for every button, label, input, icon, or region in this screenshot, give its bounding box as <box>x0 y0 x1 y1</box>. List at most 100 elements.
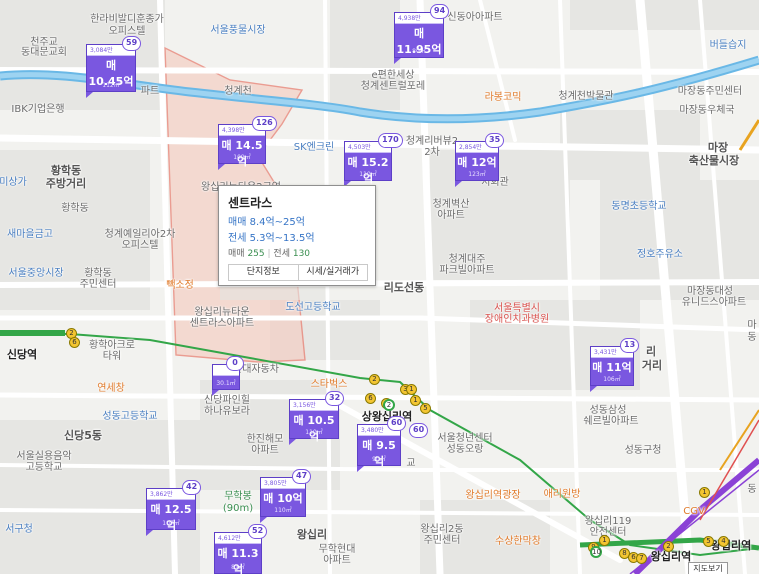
map-label: SK엔크린 <box>293 142 335 153</box>
map-label: 거리 <box>641 359 663 372</box>
map-view-button[interactable]: 지도보기 <box>688 562 728 574</box>
station-exit-marker: 1 <box>406 384 417 395</box>
map-label: 동 <box>747 332 757 343</box>
listing-price: 매 11억 <box>592 361 632 374</box>
map-label: 신당역 <box>6 348 38 361</box>
map-label: 센트라스아파트 <box>189 318 255 329</box>
map-label: 마장동우체국 <box>679 105 735 116</box>
map-label: 정호주유소 <box>637 249 683 260</box>
station-exit-marker: 1 <box>599 535 610 546</box>
marker-tail <box>212 390 219 396</box>
map-label: 마 <box>747 320 757 331</box>
station-exit-marker: 5 <box>703 536 714 547</box>
map-label: 마장동주민센터 <box>677 86 743 97</box>
station-exit-marker: 1 <box>699 487 710 498</box>
listing-area: 90㎡ <box>372 456 386 463</box>
price-history-button[interactable]: 시세/실거래가 <box>297 265 368 280</box>
jeonse-count-label: 전세 <box>273 249 290 259</box>
listing-count-badge: 13 <box>620 338 640 353</box>
marker-tail <box>86 92 93 98</box>
map-label: 청계천 <box>224 86 252 97</box>
listing-count-badge: 42 <box>182 480 202 495</box>
listing-marker[interactable]: 30.1㎡ 0 <box>212 356 244 396</box>
listing-marker[interactable]: 4,938만 매 11.95억 80㎡ 94 <box>394 4 450 64</box>
map-label: 미상가 <box>0 177 27 188</box>
marker-tail <box>590 386 597 392</box>
map-label: 주방거리 <box>45 177 87 190</box>
map-label: 성동구청 <box>624 445 662 456</box>
map-label: 고등학교 <box>25 462 63 473</box>
map-view[interactable]: 한라비발디훈종가 오피스텔 서울풍물시장 천주교 동대문교회 e편한세상 청계센트럴포레 라봉… <box>0 0 759 574</box>
listing-count-badge: 170 <box>378 133 403 148</box>
listing-marker[interactable]: 3,084만 매 10.45억 112㎡ 59 <box>86 36 142 98</box>
listing-count-badge: 0 <box>226 356 244 371</box>
listing-marker[interactable]: 3,862만 매 12.5억 107㎡ 42 <box>146 480 202 536</box>
listing-counts: 매매 255 | 전세 130 <box>228 249 311 259</box>
listing-count-badge: 35 <box>485 133 505 148</box>
map-label: 아파트 <box>251 445 279 456</box>
listing-area: 80㎡ <box>412 48 426 55</box>
map-label: 동대문교회 <box>21 47 67 58</box>
listing-marker[interactable]: 4,398만 매 14.5억 109㎡ 126 <box>218 116 277 170</box>
listing-count-badge: 60 <box>387 416 407 431</box>
listing-count-badge: 32 <box>325 391 345 406</box>
map-label: 파트 <box>140 86 160 97</box>
marker-tail <box>218 164 225 170</box>
complex-info-button[interactable]: 단지정보 <box>229 265 298 280</box>
map-label: 버들습지 <box>709 40 747 51</box>
listing-area: 112㎡ <box>102 82 120 89</box>
map-label: 신동아아파트 <box>447 12 503 23</box>
listing-box: 3,084만 매 10.45억 112㎡ <box>86 44 136 92</box>
listing-price: 매 12.5억 <box>150 503 192 532</box>
listing-area: 123㎡ <box>468 171 486 178</box>
station-exit-marker: 6 <box>365 393 376 404</box>
map-label: 2차 <box>424 147 440 158</box>
listing-area: 106㎡ <box>603 376 621 383</box>
map-label: 쉐르빌아파트 <box>583 416 639 427</box>
listing-count-badge: 47 <box>292 469 312 484</box>
listing-count-badge: 94 <box>430 4 450 19</box>
listing-price: 매 12억 <box>457 156 497 169</box>
map-label: 빽소정 <box>166 280 194 291</box>
listing-marker[interactable]: 4,612만 매 11.3억 81㎡ 52 <box>214 524 268 574</box>
listing-marker[interactable]: 3,431만 매 11억 106㎡ 13 <box>590 338 640 392</box>
listing-marker[interactable]: 2,854만 매 12억 123㎡ 35 <box>455 133 505 187</box>
station-exit-marker: 4 <box>718 536 729 547</box>
map-label: 청계센트럴포레 <box>360 81 426 92</box>
listing-area: 107㎡ <box>162 520 180 527</box>
map-label: 리 <box>645 345 657 358</box>
listing-marker[interactable]: 3,480만 매 9.5억 90㎡ 60 <box>357 416 407 472</box>
map-label: 서울중앙시장 <box>8 268 64 279</box>
listing-area: 110㎡ <box>359 171 377 178</box>
station-exit-marker: 6 <box>69 337 80 348</box>
listing-price: 매 9.5억 <box>362 439 396 468</box>
map-label: 신당5동 <box>63 429 103 442</box>
map-label: 도선고등학교 <box>285 302 341 313</box>
listing-marker[interactable]: 3,805만 매 10억 110㎡ 47 <box>260 469 312 523</box>
map-label: 청계천박물관 <box>558 91 614 102</box>
map-label: 서구청 <box>5 524 33 535</box>
listing-marker[interactable]: 3,156만 매 10.5억 110㎡ 32 <box>289 391 345 445</box>
station-exit-marker: 10 <box>590 546 602 558</box>
listing-area: 109㎡ <box>233 154 251 161</box>
marker-tail <box>357 466 364 472</box>
complex-popup: 센트라스 매매 8.4억~25억 전세 5.3억~13.5억 매매 255 | … <box>218 185 376 286</box>
listing-marker[interactable]: 4,503만 매 15.2억 110㎡ 170 <box>344 133 403 187</box>
map-label: 교 <box>406 458 416 469</box>
map-label: IBK기업은행 <box>11 104 65 115</box>
map-label: 무학봉 <box>224 491 252 502</box>
sale-count-label: 매매 <box>228 249 245 259</box>
marker-tail <box>289 439 296 445</box>
map-label: 오피스텔 <box>121 240 159 251</box>
station-exit-marker: 2 <box>663 541 674 552</box>
listing-count-badge: 126 <box>252 116 277 131</box>
listing-area: 81㎡ <box>231 564 245 571</box>
map-label: 왕십리역광장 <box>465 490 521 501</box>
station-exit-marker: 1 <box>410 395 421 406</box>
map-label: 왕십리역 <box>650 550 692 563</box>
map-label: 동 <box>747 484 757 495</box>
map-label: 황학동 <box>50 164 82 177</box>
map-label: 동명초등학교 <box>611 201 667 212</box>
map-label: 서울풍물시장 <box>210 25 266 36</box>
station-exit-marker: 7 <box>636 553 647 564</box>
